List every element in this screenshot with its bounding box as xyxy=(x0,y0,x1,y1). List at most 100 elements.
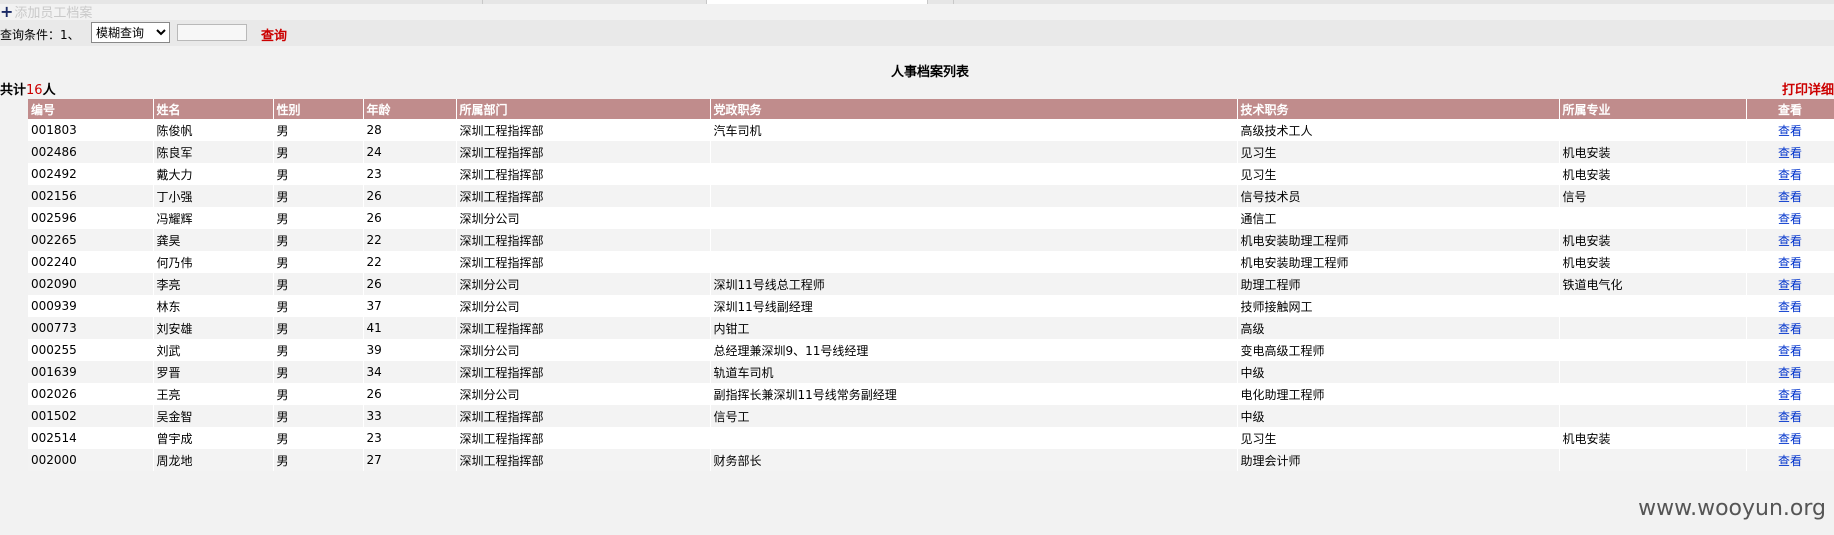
search-button[interactable]: 查询 xyxy=(261,25,287,44)
view-link[interactable]: 查看 xyxy=(1778,410,1802,424)
view-link[interactable]: 查看 xyxy=(1778,432,1802,446)
cell-tech-position: 见习生 xyxy=(1237,427,1560,449)
cell-department: 深圳工程指挥部 xyxy=(456,185,711,207)
cell-view: 查看 xyxy=(1746,427,1834,449)
plus-icon: + xyxy=(0,2,14,21)
cell-id: 000255 xyxy=(28,339,154,361)
view-link[interactable]: 查看 xyxy=(1778,344,1802,358)
watermark: www.wooyun.org xyxy=(1638,496,1826,521)
cell-major: 机电安装 xyxy=(1559,141,1747,163)
add-employee-link[interactable]: +添加员工档案 xyxy=(0,2,92,22)
cell-gender: 男 xyxy=(273,295,364,317)
spacer-band xyxy=(0,46,1834,60)
browser-tab-strip xyxy=(0,0,1834,4)
cell-gender: 男 xyxy=(273,427,364,449)
cell-party-position xyxy=(710,163,1238,185)
cell-name: 吴金智 xyxy=(153,405,274,427)
cell-name: 曾宇成 xyxy=(153,427,274,449)
cell-tech-position: 助理会计师 xyxy=(1237,449,1560,471)
cell-major xyxy=(1559,361,1747,383)
cell-id: 002492 xyxy=(28,163,154,185)
cell-view: 查看 xyxy=(1746,339,1834,361)
cell-gender: 男 xyxy=(273,229,364,251)
table-row: 000773 刘安雄男 41 深圳工程指挥部 内钳工 高级 查看 xyxy=(28,317,1834,339)
cell-tech-position: 高级技术工人 xyxy=(1237,119,1560,141)
cell-age: 26 xyxy=(363,185,457,207)
cell-party-position: 内钳工 xyxy=(710,317,1238,339)
column-header-name: 姓名 xyxy=(153,99,274,119)
column-header-view: 查看 xyxy=(1746,99,1834,119)
query-mode-select[interactable]: 模糊查询 xyxy=(91,22,170,43)
view-link[interactable]: 查看 xyxy=(1778,366,1802,380)
cell-id: 000939 xyxy=(28,295,154,317)
cell-tech-position: 助理工程师 xyxy=(1237,273,1560,295)
cell-major: 机电安装 xyxy=(1559,251,1747,273)
view-link[interactable]: 查看 xyxy=(1778,168,1802,182)
active-tab[interactable] xyxy=(707,0,927,4)
view-link[interactable]: 查看 xyxy=(1778,256,1802,270)
record-count: 共计16人 xyxy=(0,79,56,98)
cell-view: 查看 xyxy=(1746,317,1834,339)
cell-party-position xyxy=(710,185,1238,207)
cell-tech-position: 电化助理工程师 xyxy=(1237,383,1560,405)
cell-id: 002265 xyxy=(28,229,154,251)
cell-id: 002000 xyxy=(28,449,154,471)
cell-age: 26 xyxy=(363,207,457,229)
cell-department: 深圳工程指挥部 xyxy=(456,449,711,471)
cell-department: 深圳分公司 xyxy=(456,339,711,361)
cell-view: 查看 xyxy=(1746,449,1834,471)
cell-gender: 男 xyxy=(273,119,364,141)
cell-tech-position: 信号技术员 xyxy=(1237,185,1560,207)
cell-major: 机电安装 xyxy=(1559,229,1747,251)
column-header-department: 所属部门 xyxy=(456,99,711,119)
view-link[interactable]: 查看 xyxy=(1778,234,1802,248)
view-link[interactable]: 查看 xyxy=(1778,454,1802,468)
view-link[interactable]: 查看 xyxy=(1778,146,1802,160)
cell-age: 23 xyxy=(363,163,457,185)
view-link[interactable]: 查看 xyxy=(1778,300,1802,314)
cell-age: 24 xyxy=(363,141,457,163)
table-row: 002492 戴大力男 23 深圳工程指挥部 见习生 机电安装 查看 xyxy=(28,163,1834,185)
view-link[interactable]: 查看 xyxy=(1778,190,1802,204)
cell-major xyxy=(1559,295,1747,317)
table-row: 002514 曾宇成男 23 深圳工程指挥部 见习生 机电安装 查看 xyxy=(28,427,1834,449)
cell-department: 深圳工程指挥部 xyxy=(456,163,711,185)
print-detail-link[interactable]: 打印详细 xyxy=(1782,79,1834,98)
query-condition-label: 查询条件：1、 xyxy=(0,28,80,42)
cell-age: 33 xyxy=(363,405,457,427)
view-link[interactable]: 查看 xyxy=(1778,124,1802,138)
view-link[interactable]: 查看 xyxy=(1778,212,1802,226)
view-link[interactable]: 查看 xyxy=(1778,278,1802,292)
query-input[interactable] xyxy=(177,24,247,41)
column-header-id: 编号 xyxy=(28,99,154,119)
cell-id: 002156 xyxy=(28,185,154,207)
count-prefix: 共计 xyxy=(0,83,27,98)
cell-department: 深圳工程指挥部 xyxy=(456,119,711,141)
table-row: 002486 陈良军男 24 深圳工程指挥部 见习生 机电安装 查看 xyxy=(28,141,1834,163)
cell-party-position xyxy=(710,427,1238,449)
cell-major: 机电安装 xyxy=(1559,163,1747,185)
cell-view: 查看 xyxy=(1746,163,1834,185)
cell-party-position: 深圳11号线总工程师 xyxy=(710,273,1238,295)
column-header-major: 所属专业 xyxy=(1559,99,1747,119)
cell-id: 001639 xyxy=(28,361,154,383)
cell-view: 查看 xyxy=(1746,273,1834,295)
cell-tech-position: 通信工 xyxy=(1237,207,1560,229)
cell-tech-position: 技师接触网工 xyxy=(1237,295,1560,317)
column-header-gender: 性别 xyxy=(273,99,364,119)
cell-name: 周龙地 xyxy=(153,449,274,471)
cell-major xyxy=(1559,339,1747,361)
cell-gender: 男 xyxy=(273,405,364,427)
cell-view: 查看 xyxy=(1746,141,1834,163)
cell-gender: 男 xyxy=(273,273,364,295)
view-link[interactable]: 查看 xyxy=(1778,322,1802,336)
cell-name: 龚昊 xyxy=(153,229,274,251)
cell-age: 34 xyxy=(363,361,457,383)
cell-party-position: 总经理兼深圳9、11号线经理 xyxy=(710,339,1238,361)
cell-age: 41 xyxy=(363,317,457,339)
cell-name: 何乃伟 xyxy=(153,251,274,273)
cell-id: 000773 xyxy=(28,317,154,339)
cell-id: 002026 xyxy=(28,383,154,405)
list-title: 人事档案列表 xyxy=(890,65,969,80)
view-link[interactable]: 查看 xyxy=(1778,388,1802,402)
